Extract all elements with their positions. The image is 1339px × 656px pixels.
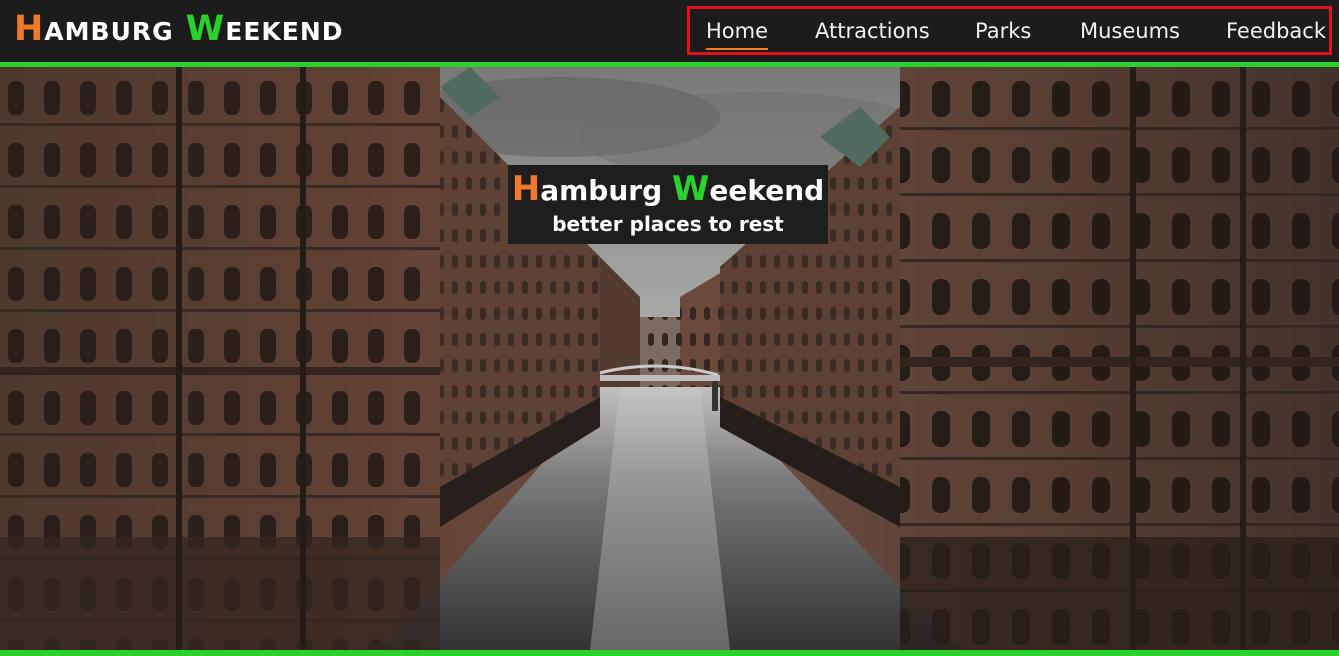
nav-item-home[interactable]: Home <box>706 15 769 50</box>
hero-banner: Hamburg Weekend better places to rest <box>0 62 1339 656</box>
logo-initial-w: W <box>185 9 226 49</box>
canal-warehouses-photo <box>0 67 1339 650</box>
hero-title: Hamburg Weekend <box>508 171 828 209</box>
nav-item-museums[interactable]: Museums <box>1080 15 1180 49</box>
nav-item-attractions[interactable]: Attractions <box>815 15 930 49</box>
hero-title-initial-w: W <box>671 169 710 209</box>
main-nav: Home Attractions Parks Museums Feedback <box>687 6 1332 55</box>
site-header: H AMBURG W EEKEND Home Attractions Parks… <box>0 0 1339 62</box>
hero-title-word-hamburg: amburg <box>540 174 663 207</box>
hero-subtitle: better places to rest <box>552 212 784 236</box>
hero-title-word-weekend: eekend <box>709 174 825 207</box>
site-logo[interactable]: H AMBURG W EEKEND <box>14 9 344 49</box>
logo-initial-h: H <box>14 9 45 49</box>
logo-word-weekend: EEKEND <box>225 17 344 46</box>
hero-title-initial-h: H <box>511 169 541 209</box>
nav-item-parks[interactable]: Parks <box>975 15 1031 49</box>
nav-item-feedback[interactable]: Feedback <box>1226 15 1326 49</box>
logo-word-hamburg: AMBURG <box>44 17 174 46</box>
hero-caption: Hamburg Weekend better places to rest <box>508 165 828 244</box>
